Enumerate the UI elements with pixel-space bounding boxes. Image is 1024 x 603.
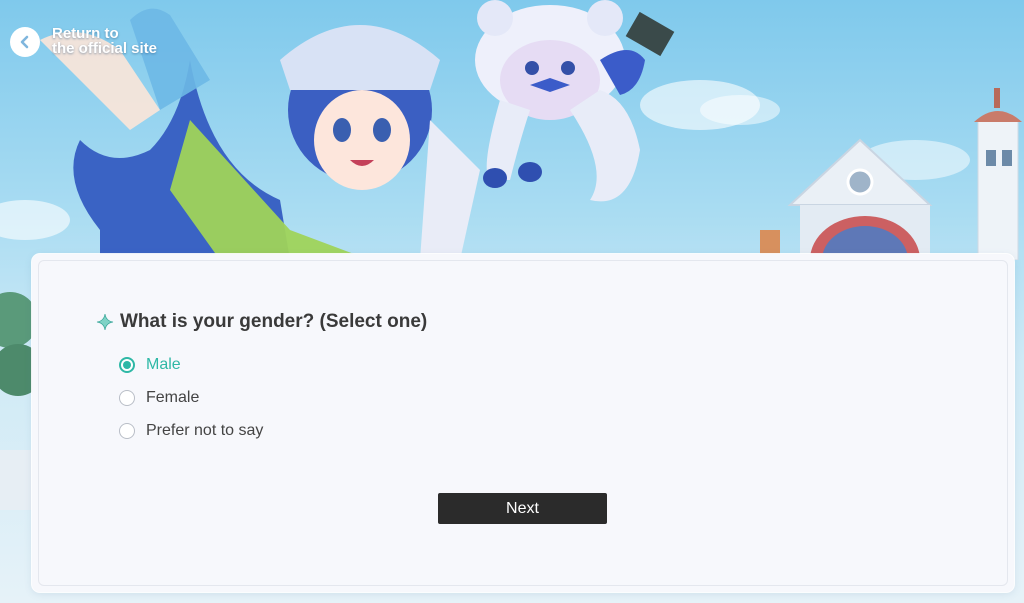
sparkle-icon [96,313,114,331]
next-button[interactable]: Next [438,493,607,524]
return-link-text[interactable]: Return to the official site [52,26,157,56]
building-illustration [760,88,1022,260]
question-heading: What is your gender? (Select one) [96,311,427,333]
radio-female[interactable] [119,389,135,406]
option-prefer-not-to-say[interactable]: Prefer not to say [119,414,263,447]
option-male[interactable]: Male [119,348,263,381]
option-female-label[interactable]: Female [146,389,199,407]
gender-options: Male Female Prefer not to say [119,348,263,447]
return-link-line1[interactable]: Return to [52,26,157,41]
question-text: What is your gender? (Select one) [120,311,428,332]
option-prefer-not-to-say-label[interactable]: Prefer not to say [146,422,263,440]
option-female[interactable]: Female [119,381,263,414]
mascot-illustration [475,0,675,202]
return-link-line2[interactable]: the official site [52,41,157,56]
option-male-label[interactable]: Male [146,356,181,374]
return-to-official-site-link[interactable]: Return to the official site [10,26,157,57]
radio-prefer-not-to-say[interactable] [119,422,135,439]
radio-male[interactable] [119,356,135,373]
back-arrow-icon[interactable] [10,27,40,57]
